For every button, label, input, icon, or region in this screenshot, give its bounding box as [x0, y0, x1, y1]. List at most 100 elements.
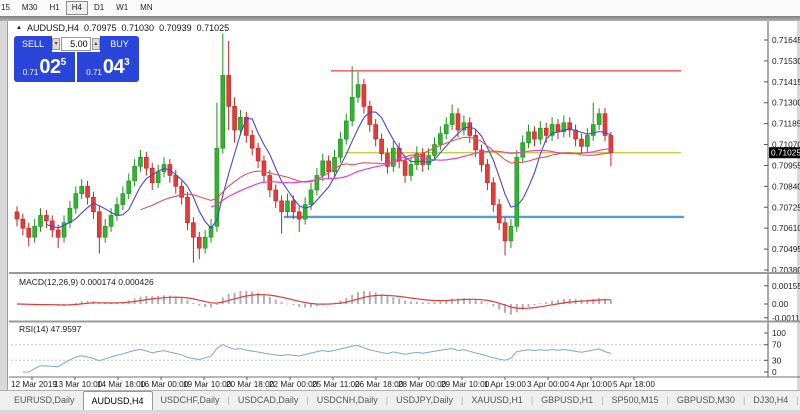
ohlc-open: 0.70975	[84, 23, 117, 33]
candle	[103, 226, 107, 237]
volume-up-button[interactable]: ▴	[92, 38, 100, 50]
tab-usdjpy-daily[interactable]: USDJPY,Daily	[388, 391, 461, 410]
tab-dj30-h4[interactable]: DJ30,H4	[745, 391, 796, 410]
tab-sp500-m15[interactable]: SP500,M15	[604, 391, 667, 410]
price-axis[interactable]: 0.716450.715300.714150.713000.711850.710…	[764, 21, 800, 377]
ohlc-low: 0.70939	[159, 23, 192, 33]
symbol-tabbar: EURUSD,DailyAUDUSD,H4USDCHF,Daily|USDCAD…	[0, 390, 800, 410]
candle	[609, 135, 613, 152]
candle	[497, 205, 501, 223]
tab-xauusd-h1[interactable]: XAUUSD,H1	[463, 391, 531, 410]
time-axis-label: 14 Mar 18:00	[97, 380, 146, 389]
time-axis-label: 12 Mar 2019	[11, 380, 57, 389]
candle	[585, 135, 589, 146]
tab-audusd-h4[interactable]: AUDUSD,H4	[83, 391, 153, 410]
candle	[197, 237, 201, 248]
candle	[544, 128, 548, 135]
candle	[527, 132, 531, 143]
candle	[174, 175, 178, 186]
candle	[156, 172, 160, 183]
price-axis-label: 0.71300	[772, 98, 800, 108]
price-axis-label: 0.70610	[772, 223, 800, 233]
candle	[121, 194, 125, 205]
candle	[532, 132, 536, 139]
candle	[221, 75, 225, 148]
candle	[338, 139, 342, 157]
candle	[456, 114, 460, 130]
candle	[27, 228, 31, 237]
candle	[303, 205, 307, 220]
price-axis-label: 0.71415	[772, 77, 800, 87]
timeframe-button-h1[interactable]: H1	[43, 1, 65, 15]
candle	[579, 139, 583, 146]
time-axis-label: 19 Mar 10:00	[183, 380, 232, 389]
candle	[56, 230, 60, 237]
candle	[15, 212, 19, 219]
timeframe-button-mn[interactable]: MN	[134, 1, 158, 15]
candle	[291, 201, 295, 212]
chart-header: ▲ AUDUSD,H4 0.70975 0.71030 0.70939 0.71…	[16, 23, 229, 33]
rsi-axis-label: 70	[772, 340, 782, 350]
candle	[44, 215, 48, 220]
rsi-panel: RSI(14) 47.9597	[11, 324, 765, 372]
time-axis[interactable]: 12 Mar 201913 Mar 10:0014 Mar 18:0016 Ma…	[11, 377, 655, 389]
buy-button[interactable]: BUY	[100, 36, 139, 52]
timeframe-button-m30[interactable]: M30	[16, 1, 44, 15]
sell-price-sup: 5	[61, 57, 67, 68]
candle	[450, 114, 454, 125]
candle	[33, 226, 37, 237]
price-axis-label: 0.70725	[772, 202, 800, 212]
buy-price-big: 04	[103, 56, 124, 79]
timeframe-button-w1[interactable]: W1	[110, 1, 134, 15]
sell-button[interactable]: SELL	[14, 36, 52, 52]
candle	[109, 215, 113, 226]
candle	[256, 148, 260, 161]
candle	[268, 175, 272, 190]
candle	[391, 148, 395, 166]
volume-spinner: ▾ 5.00 ▴	[52, 36, 100, 52]
volume-input[interactable]: 5.00	[61, 37, 90, 51]
time-axis-label: 20 Mar 18:00	[226, 380, 275, 389]
ohlc-high: 0.71030	[122, 23, 155, 33]
tab-gbpusd-h1[interactable]: GBPUSD,H1	[533, 391, 601, 410]
buy-price-button[interactable]: 0.71 04 3	[77, 52, 139, 82]
tab-usdchf-daily[interactable]: USDCHF,Daily	[153, 391, 228, 410]
candle	[21, 219, 25, 228]
tab-eurusd-daily[interactable]: EURUSD,Daily	[6, 391, 83, 410]
candle	[297, 212, 301, 219]
sell-price-button[interactable]: 0.71 02 5	[14, 52, 75, 82]
one-click-trade-panel: SELL ▾ 5.00 ▴ BUY 0.71 02 5 0.71 04 3	[14, 36, 139, 82]
tab-gbpusd-m30[interactable]: GBPUSD,M30	[669, 391, 743, 410]
sell-price-big: 02	[39, 56, 60, 79]
candle	[515, 157, 519, 226]
buy-price-prefix: 0.71	[86, 68, 102, 82]
candle	[309, 190, 313, 205]
candle	[444, 125, 448, 134]
tab-usdcnh-daily[interactable]: USDCNH,Daily	[309, 391, 386, 410]
candle	[597, 114, 601, 125]
candle	[133, 166, 137, 181]
rsi-axis-label: 30	[772, 355, 782, 365]
tab-usdcad-daily[interactable]: USDCAD,Daily	[230, 391, 307, 410]
volume-down-button[interactable]: ▾	[52, 38, 60, 50]
candle	[97, 212, 101, 237]
candle	[86, 186, 90, 197]
candle	[521, 143, 525, 158]
macd-label: MACD(12,26,9) 0.000174 0.000426	[19, 277, 154, 287]
candle	[556, 125, 560, 132]
chart-symbol-label: AUDUSD,H4	[27, 23, 79, 33]
price-axis-label: 0.71530	[772, 56, 800, 66]
candle	[262, 161, 266, 176]
candle	[350, 97, 354, 121]
time-axis-label: 16 Mar 00:00	[140, 380, 189, 389]
timeframe-button-15[interactable]: 15	[0, 1, 16, 15]
timeframe-button-d1[interactable]: D1	[88, 1, 110, 15]
timeframe-button-h4[interactable]: H4	[66, 1, 88, 15]
time-axis-label: 22 Mar 00:00	[269, 380, 318, 389]
candle	[115, 205, 119, 216]
candle	[227, 75, 231, 106]
timeframe-toolbar: 15M30H1H4D1W1MN	[0, 0, 800, 16]
candle	[432, 145, 436, 156]
candle	[315, 175, 319, 190]
price-axis-label: 0.70955	[772, 160, 800, 170]
